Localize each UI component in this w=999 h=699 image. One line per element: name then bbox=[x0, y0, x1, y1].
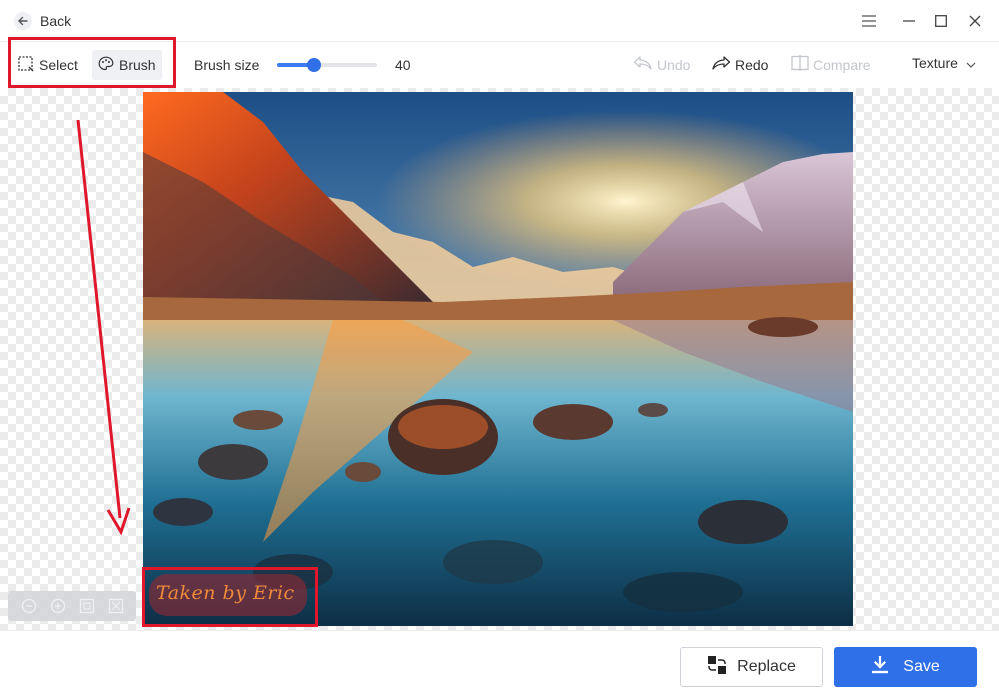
replace-icon bbox=[707, 655, 727, 680]
download-icon bbox=[871, 655, 889, 679]
zoom-in-icon[interactable] bbox=[49, 597, 67, 615]
footer-bar: Replace Save bbox=[0, 630, 999, 699]
annotation-arrow bbox=[76, 119, 131, 536]
replace-button[interactable]: Replace bbox=[680, 647, 823, 687]
actual-size-icon[interactable] bbox=[107, 597, 125, 615]
zoom-controls bbox=[8, 591, 136, 621]
zoom-out-icon[interactable] bbox=[20, 597, 38, 615]
save-label: Save bbox=[903, 658, 940, 675]
replace-label: Replace bbox=[737, 658, 796, 675]
save-button[interactable]: Save bbox=[834, 647, 977, 687]
fit-screen-icon[interactable] bbox=[78, 597, 96, 615]
